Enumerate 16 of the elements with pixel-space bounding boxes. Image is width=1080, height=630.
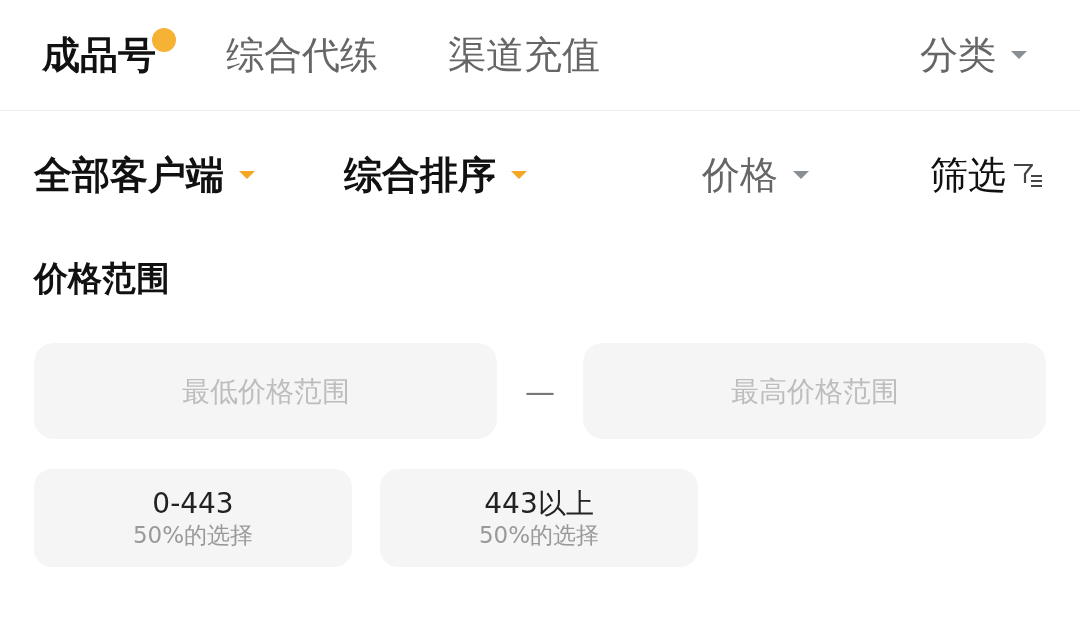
tab[interactable]: 渠道充值 — [448, 35, 600, 74]
filter-icon — [1012, 161, 1044, 189]
max-price-field[interactable]: 最高价格范围 — [583, 343, 1046, 439]
filter-button[interactable]: 筛选 — [930, 156, 1044, 194]
section-title: 价格范围 — [32, 261, 171, 295]
tab[interactable]: 综合代练 — [226, 35, 378, 74]
tab[interactable]: 成品号 — [42, 35, 156, 74]
sort-dropdown[interactable]: 价格 — [702, 156, 810, 194]
price-preset[interactable]: 443以上 50%的选择 — [380, 469, 698, 567]
sort-dropdown[interactable]: 综合排序 — [344, 156, 528, 194]
category-dropdown[interactable]: 分类 — [920, 36, 1028, 74]
sort-dropdown[interactable]: 全部客户端 — [34, 156, 256, 194]
caret-icon — [1010, 50, 1028, 60]
price-preset[interactable]: 0-443 50%的选择 — [34, 469, 352, 567]
min-price-field[interactable]: 最低价格范围 — [34, 343, 497, 439]
range-separator: — — [524, 372, 556, 411]
